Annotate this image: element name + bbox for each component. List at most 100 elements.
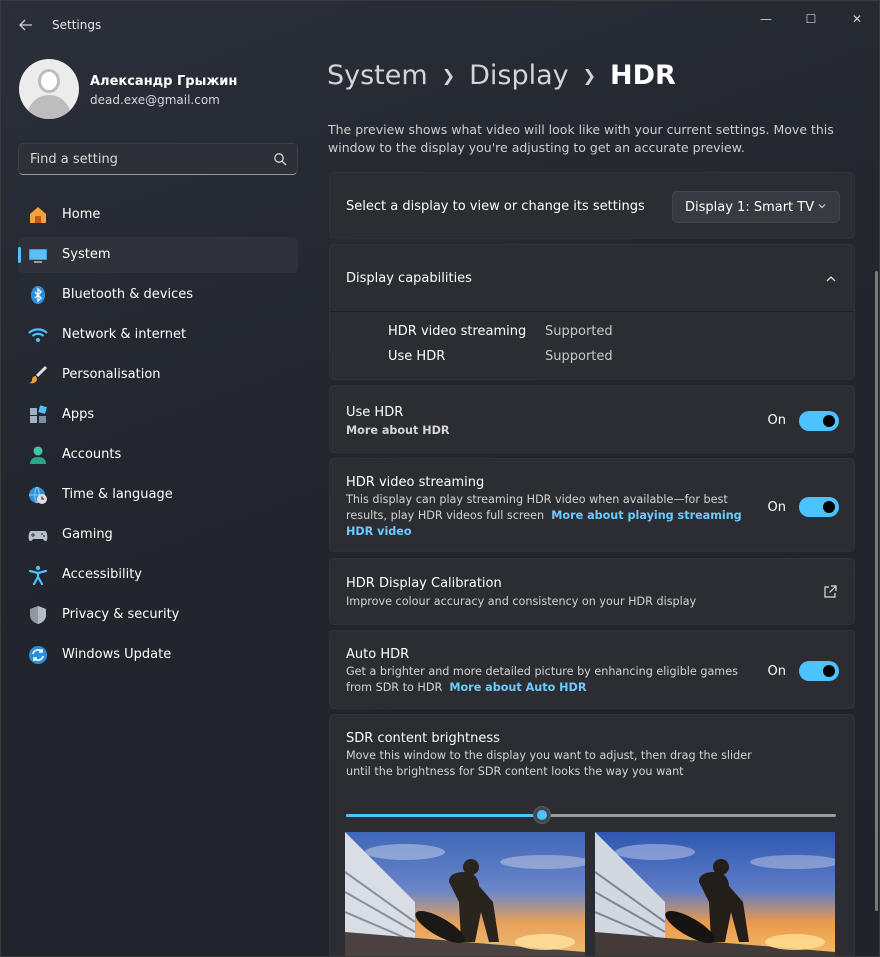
- search-icon: [274, 153, 287, 166]
- hdr-streaming-card: HDR video streaming This display can pla…: [329, 458, 855, 552]
- wifi-icon: [28, 328, 48, 342]
- use-hdr-toggle[interactable]: [799, 411, 839, 431]
- chevron-right-icon: ❯: [582, 66, 597, 85]
- hdr-calibration-card[interactable]: HDR Display Calibration Improve colour a…: [329, 558, 855, 625]
- search-placeholder: Find a setting: [30, 152, 118, 167]
- sidebar-item-label: Network & internet: [62, 327, 187, 342]
- chevron-up-icon: [826, 276, 836, 282]
- capability-key: HDR video streaming: [388, 324, 527, 339]
- minimize-button[interactable]: —: [743, 7, 789, 31]
- hdr-streaming-description: This display can play streaming HDR vide…: [346, 492, 746, 540]
- window-title: Settings: [52, 18, 102, 32]
- external-link-icon: [824, 585, 837, 598]
- gamepad-icon: [28, 531, 48, 542]
- use-hdr-state: On: [767, 413, 786, 428]
- accounts-icon: [30, 446, 46, 464]
- active-indicator: [18, 247, 21, 263]
- capability-value: Supported: [545, 324, 613, 339]
- auto-hdr-state: On: [767, 664, 786, 679]
- hdr-calibration-title: HDR Display Calibration: [346, 576, 502, 591]
- sidebar-item-windows-update[interactable]: Windows Update: [18, 637, 298, 673]
- brush-icon: [29, 365, 48, 384]
- breadcrumb-system[interactable]: System: [327, 60, 428, 91]
- sidebar-item-system[interactable]: System: [18, 237, 298, 273]
- shield-icon: [30, 606, 46, 624]
- sidebar-item-privacy[interactable]: Privacy & security: [18, 597, 298, 633]
- display-select-label: Select a display to view or change its s…: [346, 199, 645, 214]
- back-button[interactable]: [15, 14, 37, 36]
- sdr-brightness-card: SDR content brightness Move this window …: [329, 714, 855, 956]
- sidebar-item-label: Privacy & security: [62, 607, 180, 622]
- slider-thumb[interactable]: [533, 806, 551, 824]
- sidebar-item-home[interactable]: Home: [18, 197, 298, 233]
- breadcrumb: System ❯ Display ❯ HDR: [327, 59, 676, 91]
- preview-image-right: [595, 832, 835, 956]
- sidebar-item-label: Windows Update: [62, 647, 172, 662]
- display-dropdown[interactable]: Display 1: Smart TV: [672, 191, 840, 223]
- page-title: HDR: [610, 60, 676, 91]
- hdr-calibration-description: Improve colour accuracy and consistency …: [346, 595, 697, 608]
- sidebar-item-label: Bluetooth & devices: [62, 287, 193, 302]
- sidebar-item-label: Accessibility: [62, 567, 142, 582]
- capabilities-title: Display capabilities: [346, 271, 472, 286]
- capability-key: Use HDR: [388, 349, 446, 364]
- display-select-card: Select a display to view or change its s…: [329, 172, 855, 239]
- more-about-auto-hdr-link[interactable]: More about Auto HDR: [449, 681, 586, 694]
- settings-window: Settings — ☐ ✕ Александр Грыжин dead.exe…: [0, 0, 880, 957]
- sdr-brightness-title: SDR content brightness: [346, 731, 500, 746]
- close-button[interactable]: ✕: [834, 7, 879, 31]
- sidebar-item-bluetooth[interactable]: Bluetooth & devices: [18, 277, 298, 313]
- preview-image-left: [345, 832, 585, 956]
- avatar: [19, 59, 79, 119]
- close-icon: ✕: [851, 12, 863, 26]
- sidebar-item-apps[interactable]: Apps: [18, 397, 298, 433]
- sdr-brightness-slider[interactable]: [346, 814, 836, 817]
- chevron-down-icon: [817, 201, 827, 214]
- hdr-streaming-toggle[interactable]: [799, 497, 839, 517]
- slider-fill: [346, 814, 542, 817]
- sidebar-item-gaming[interactable]: Gaming: [18, 517, 298, 553]
- capabilities-header[interactable]: Display capabilities: [330, 245, 854, 312]
- user-name: Александр Грыжин: [90, 74, 238, 89]
- maximize-button[interactable]: ☐: [788, 7, 834, 31]
- sidebar-item-label: Gaming: [62, 527, 113, 542]
- auto-hdr-title: Auto HDR: [346, 647, 410, 662]
- display-capabilities-card: Display capabilities HDR video streaming…: [329, 244, 855, 380]
- maximize-icon: ☐: [805, 12, 817, 26]
- auto-hdr-toggle[interactable]: [799, 661, 839, 681]
- sidebar-item-label: Time & language: [62, 487, 173, 502]
- minimize-icon: —: [760, 12, 772, 26]
- hdr-streaming-state: On: [767, 500, 786, 515]
- title-bar: Settings — ☐ ✕: [1, 1, 879, 49]
- sidebar-item-network[interactable]: Network & internet: [18, 317, 298, 353]
- breadcrumb-display[interactable]: Display: [469, 60, 569, 91]
- bluetooth-icon: [31, 286, 45, 304]
- apps-icon: [30, 405, 47, 423]
- sidebar-item-label: Accounts: [62, 447, 122, 462]
- more-about-hdr-link[interactable]: More about HDR: [346, 423, 450, 439]
- use-hdr-card: Use HDR More about HDR On: [329, 385, 855, 453]
- sdr-brightness-description: Move this window to the display you want…: [346, 749, 752, 778]
- sidebar-item-accessibility[interactable]: Accessibility: [18, 557, 298, 593]
- scrollbar[interactable]: [875, 271, 878, 911]
- intro-text: The preview shows what video will look l…: [328, 122, 834, 155]
- globe-clock-icon: [29, 486, 47, 504]
- user-email: dead.exe@gmail.com: [90, 93, 220, 107]
- sidebar-item-personalisation[interactable]: Personalisation: [18, 357, 298, 393]
- back-arrow-icon: [19, 19, 32, 31]
- home-icon: [30, 207, 46, 223]
- sidebar-item-label: Personalisation: [62, 367, 161, 382]
- sidebar-item-label: Home: [62, 207, 101, 222]
- update-icon: [29, 646, 47, 664]
- system-icon: [29, 249, 47, 263]
- sidebar-item-accounts[interactable]: Accounts: [18, 437, 298, 473]
- chevron-right-icon: ❯: [441, 66, 456, 85]
- use-hdr-title: Use HDR: [346, 405, 404, 420]
- capability-value: Supported: [545, 349, 613, 364]
- sidebar-item-time-language[interactable]: Time & language: [18, 477, 298, 513]
- sidebar-item-label: Apps: [62, 407, 95, 422]
- search-input[interactable]: Find a setting: [18, 143, 298, 175]
- accessibility-icon: [28, 565, 48, 585]
- hdr-streaming-title: HDR video streaming: [346, 475, 485, 490]
- sidebar-item-label: System: [62, 247, 111, 262]
